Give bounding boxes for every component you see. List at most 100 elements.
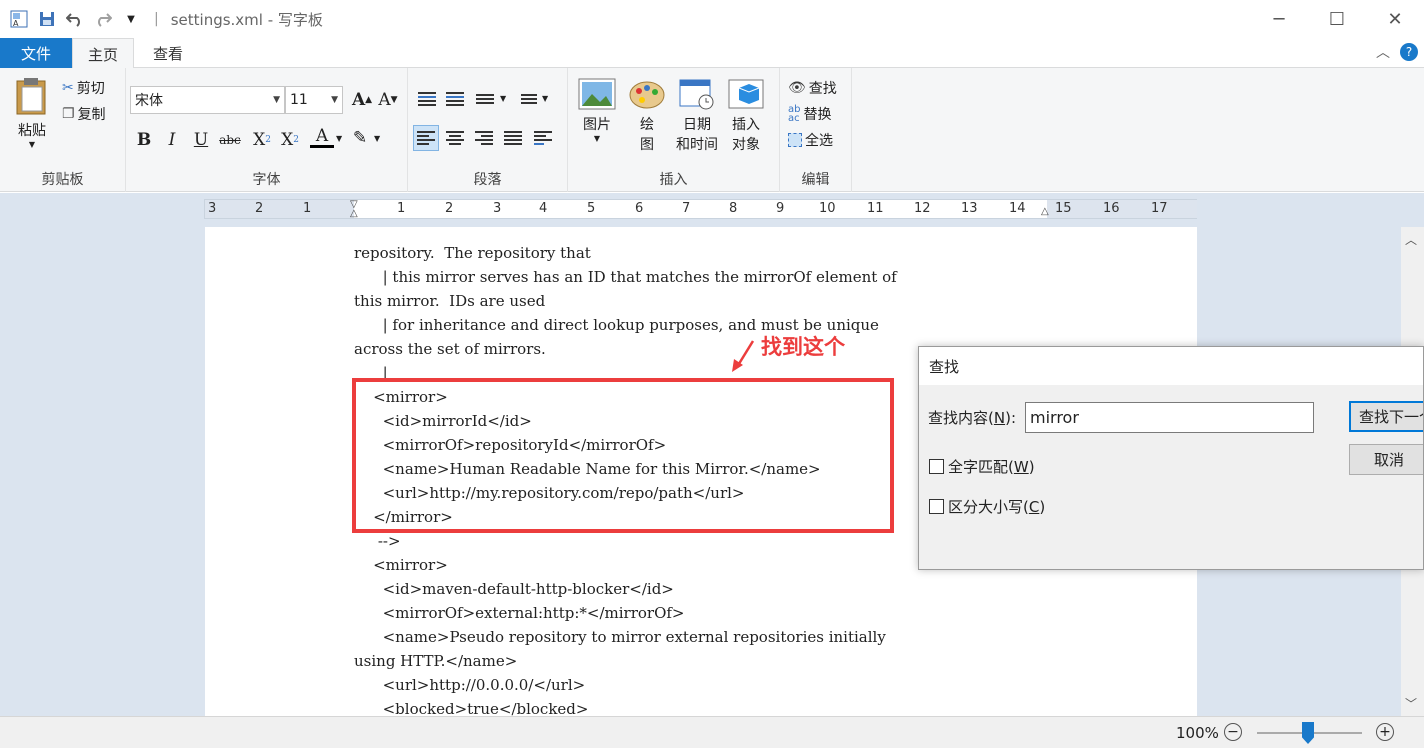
- line-spacing-icon[interactable]: [516, 86, 542, 112]
- collapse-ribbon-icon[interactable]: ︿: [1376, 42, 1390, 62]
- title-bar: A ▼ | settings.xml - 写字板 ─ ☐ ✕: [0, 0, 1424, 38]
- ruler-number: 5: [587, 201, 596, 216]
- line-spacing-dropdown-icon[interactable]: ▼: [542, 94, 548, 103]
- tab-file[interactable]: 文件: [0, 38, 72, 68]
- font-family-dropdown-icon: ▼: [273, 95, 280, 105]
- align-right-icon[interactable]: [471, 125, 497, 151]
- find-what-label-text: 查找内容(: [928, 409, 994, 427]
- picture-dropdown-icon[interactable]: ▼: [576, 134, 618, 143]
- match-case-checkbox[interactable]: 区分大小写(C): [929, 496, 1045, 517]
- close-button[interactable]: ✕: [1366, 0, 1424, 38]
- document-line: <url>http://0.0.0.0/</url>: [354, 676, 586, 694]
- paragraph-group-label: 段落: [473, 172, 502, 188]
- wordpad-app-icon[interactable]: A: [8, 8, 30, 30]
- shrink-font-icon[interactable]: A ▼: [376, 88, 400, 112]
- select-all-button[interactable]: 全选: [788, 130, 833, 150]
- paragraph-group: ▼ ▼ 段落: [408, 68, 568, 192]
- annotation-text: 找到这个: [761, 335, 845, 359]
- whole-word-checkbox[interactable]: 全字匹配(W): [929, 456, 1035, 477]
- ribbon-tabs: 文件 主页 查看 ︿ ?: [0, 38, 1424, 69]
- bold-icon[interactable]: B: [132, 128, 156, 152]
- font-family-select[interactable]: 宋体 ▼: [130, 86, 285, 114]
- copy-label: 复制: [77, 107, 106, 123]
- strikethrough-icon[interactable]: abc: [218, 128, 242, 152]
- find-next-button[interactable]: 查找下一个: [1349, 401, 1423, 432]
- editing-group-label: 编辑: [801, 172, 830, 188]
- ribbon: 粘贴 ▼ ✂ 剪切 ❐ 复制 剪贴板 宋体 ▼ 11 ▼ A ▲ A ▼ B I U…: [0, 68, 1424, 192]
- paragraph-settings-icon[interactable]: [530, 125, 556, 151]
- align-center-icon[interactable]: [442, 125, 468, 151]
- ruler-number: 14: [1009, 201, 1026, 216]
- ribbon-right-controls: ︿ ?: [1376, 42, 1418, 62]
- ruler[interactable]: 3 2 1 ▽ △ 1 2 3 4 5 6 7 8 9 10 11 12 13 1…: [204, 199, 1197, 219]
- zoom-slider-thumb[interactable]: [1302, 722, 1314, 744]
- ruler-number: 4: [539, 201, 548, 216]
- right-indent-marker-icon[interactable]: △: [1041, 206, 1049, 217]
- scroll-down-icon[interactable]: ﹀: [1405, 695, 1417, 712]
- document-line: across the set of mirrors.: [354, 340, 546, 358]
- match-case-checkbox-box[interactable]: [929, 499, 944, 514]
- zoom-out-button[interactable]: −: [1224, 723, 1242, 741]
- bullet-list-dropdown-icon[interactable]: ▼: [500, 94, 506, 103]
- insert-picture-button[interactable]: 图片 ▼: [576, 78, 618, 143]
- object-label-2: 对象: [732, 137, 760, 153]
- document-line: <id>maven-default-http-blocker</id>: [354, 580, 674, 598]
- maximize-button[interactable]: ☐: [1308, 0, 1366, 38]
- minimize-button[interactable]: ─: [1250, 0, 1308, 38]
- paint-drawing-button[interactable]: 绘 图: [626, 78, 668, 154]
- paint-label-2: 图: [640, 137, 654, 153]
- font-color-icon[interactable]: A: [310, 126, 334, 148]
- scroll-up-icon[interactable]: ︿: [1405, 231, 1417, 248]
- find-dialog-title[interactable]: 查找: [919, 347, 1423, 385]
- whole-word-label: 全字匹配(W): [948, 456, 1035, 477]
- insert-datetime-button[interactable]: 日期 和时间: [672, 78, 722, 154]
- find-button[interactable]: 👁 查找: [788, 78, 837, 98]
- insert-object-icon: [728, 79, 764, 109]
- picture-icon: [578, 78, 616, 110]
- replace-button[interactable]: ab ac 替换: [788, 104, 831, 124]
- editing-group: 👁 查找 ab ac 替换 全选 编辑: [780, 68, 852, 192]
- zoom-in-button[interactable]: +: [1376, 723, 1394, 741]
- decrease-indent-icon[interactable]: [414, 86, 440, 112]
- highlight-dropdown-icon[interactable]: ▼: [374, 134, 380, 143]
- italic-icon[interactable]: I: [160, 128, 184, 152]
- superscript-icon[interactable]: X2: [278, 128, 302, 152]
- customize-toolbar-icon[interactable]: ▼: [120, 8, 142, 30]
- font-color-dropdown-icon[interactable]: ▼: [336, 134, 342, 143]
- ruler-number: 1: [397, 201, 406, 216]
- help-icon[interactable]: ?: [1400, 43, 1418, 61]
- bullet-list-icon[interactable]: [472, 86, 498, 112]
- highlight-color-icon[interactable]: ✎: [348, 126, 372, 150]
- whole-word-accesskey: W: [1013, 458, 1029, 476]
- ruler-number: 17: [1151, 201, 1168, 216]
- find-what-input[interactable]: mirror: [1025, 402, 1314, 433]
- find-dialog: 查找 查找内容(N): mirror 查找下一个 取消 全字匹配(W) 区分大小…: [918, 346, 1424, 570]
- cut-button[interactable]: ✂ 剪切: [62, 78, 105, 98]
- svg-text:A: A: [13, 19, 19, 28]
- paste-dropdown-icon[interactable]: ▼: [10, 140, 54, 149]
- font-size-select[interactable]: 11 ▼: [285, 86, 343, 114]
- document-line: <blocked>true</blocked>: [354, 700, 589, 716]
- redo-icon[interactable]: [92, 8, 114, 30]
- increase-indent-icon[interactable]: [442, 86, 468, 112]
- undo-icon[interactable]: [64, 8, 86, 30]
- ruler-number: 12: [914, 201, 931, 216]
- justify-icon[interactable]: [500, 125, 526, 151]
- whole-word-checkbox-box[interactable]: [929, 459, 944, 474]
- ruler-left-margin: [205, 200, 354, 218]
- tab-view[interactable]: 查看: [140, 38, 196, 69]
- cancel-button[interactable]: 取消: [1349, 444, 1423, 475]
- align-left-icon[interactable]: [413, 125, 439, 151]
- underline-icon[interactable]: U: [189, 128, 213, 152]
- left-indent-marker-icon[interactable]: ▽ △: [350, 200, 358, 219]
- grow-font-icon[interactable]: A ▲: [350, 88, 374, 112]
- window-title: settings.xml - 写字板: [170, 10, 323, 29]
- ruler-number: 11: [867, 201, 884, 216]
- subscript-icon[interactable]: X2: [250, 128, 274, 152]
- copy-button[interactable]: ❐ 复制: [62, 104, 106, 124]
- ruler-number: 13: [961, 201, 978, 216]
- tab-home[interactable]: 主页: [72, 38, 134, 69]
- save-icon[interactable]: [36, 8, 58, 30]
- paste-button[interactable]: 粘贴 ▼: [10, 76, 54, 156]
- insert-object-button[interactable]: 插入 对象: [724, 78, 768, 154]
